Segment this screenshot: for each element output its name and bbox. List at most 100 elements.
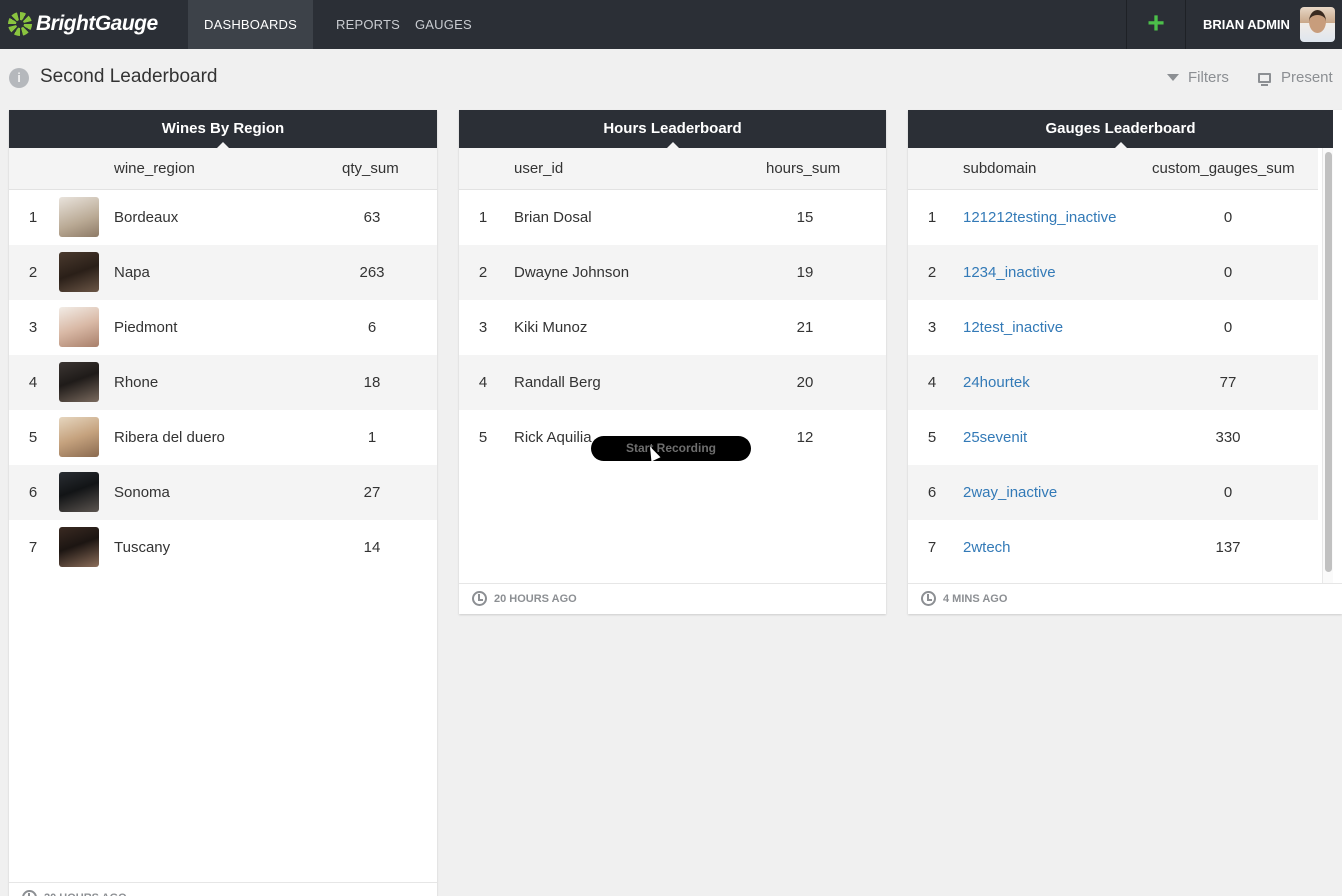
row-value: 1 [367, 429, 377, 446]
rank: 6 [927, 484, 937, 501]
present-label: Present [1281, 69, 1333, 86]
table-row[interactable]: 6 2way_inactive 0 [908, 465, 1318, 520]
rank: 4 [478, 374, 488, 391]
rank: 1 [28, 209, 38, 226]
column-header[interactable]: wine_region [114, 148, 195, 189]
subdomain-link[interactable]: 12test_inactive [963, 300, 1063, 355]
region-thumbnail [59, 362, 99, 402]
nav-divider [1185, 0, 1186, 49]
rank: 7 [28, 539, 38, 556]
rank: 5 [478, 429, 488, 446]
widget-footer: 20 HOURS AGO [9, 882, 437, 896]
table-row[interactable]: 3 Kiki Munoz 21 [459, 300, 886, 355]
rank: 3 [927, 319, 937, 336]
table-row[interactable]: 1 121212testing_inactive 0 [908, 190, 1318, 245]
clock-icon [472, 591, 487, 606]
monitor-icon [1258, 72, 1271, 86]
row-value: 263 [359, 264, 385, 281]
widget-gauges-leaderboard: Gauges Leaderboard subdomain custom_gaug… [908, 110, 1342, 614]
table-row[interactable]: 7 2wtech 137 [908, 520, 1318, 575]
table-row[interactable]: 2 1234_inactive 0 [908, 245, 1318, 300]
row-value: 0 [1223, 264, 1233, 281]
table-row[interactable]: 2 Napa 263 [9, 245, 437, 300]
leaderboard-rows: 1 Brian Dosal 15 2 Dwayne Johnson 19 3 K… [459, 190, 886, 465]
brand-name: BrightGauge [36, 12, 158, 35]
table-header: wine_region qty_sum [9, 148, 437, 190]
user-menu-name[interactable]: BRIAN ADMIN [1203, 0, 1290, 49]
subdomain-link[interactable]: 121212testing_inactive [963, 190, 1116, 245]
table-row[interactable]: 3 12test_inactive 0 [908, 300, 1318, 355]
subdomain-link[interactable]: 1234_inactive [963, 245, 1056, 300]
rank: 4 [28, 374, 38, 391]
row-value: 12 [796, 429, 814, 446]
region-thumbnail [59, 527, 99, 567]
brightgauge-logo[interactable]: BrightGauge [8, 10, 158, 38]
rank: 4 [927, 374, 937, 391]
table-scrollbar[interactable] [1322, 148, 1333, 583]
nav-gauges[interactable]: GAUGES [415, 0, 472, 49]
table-row[interactable]: 5 25sevenit 330 [908, 410, 1318, 465]
nav-reports[interactable]: REPORTS [336, 0, 400, 49]
rank: 6 [28, 484, 38, 501]
region-thumbnail [59, 197, 99, 237]
row-value: 63 [363, 209, 381, 226]
rank: 2 [28, 264, 38, 281]
table-row[interactable]: 4 Randall Berg 20 [459, 355, 886, 410]
table-row[interactable]: 3 Piedmont 6 [9, 300, 437, 355]
column-header[interactable]: user_id [514, 148, 563, 189]
clock-icon [921, 591, 936, 606]
row-value: 77 [1219, 374, 1237, 391]
rank: 1 [478, 209, 488, 226]
row-value: 6 [367, 319, 377, 336]
subdomain-link[interactable]: 2way_inactive [963, 465, 1057, 520]
present-button[interactable]: Present [1258, 69, 1333, 86]
rank: 2 [478, 264, 488, 281]
table-row[interactable]: 5 Ribera del duero 1 [9, 410, 437, 465]
filters-button[interactable]: Filters [1167, 69, 1229, 86]
table-row[interactable]: 6 Sonoma 27 [9, 465, 437, 520]
region-thumbnail [59, 252, 99, 292]
table-row[interactable]: 4 Rhone 18 [9, 355, 437, 410]
widget-wines-by-region: Wines By Region wine_region qty_sum 1 Bo… [9, 110, 437, 896]
scrollbar-thumb[interactable] [1325, 152, 1332, 572]
row-value: 27 [363, 484, 381, 501]
subdomain-link[interactable]: 2wtech [963, 520, 1011, 575]
info-icon[interactable]: i [9, 68, 29, 88]
last-updated: 20 HOURS AGO [44, 883, 127, 896]
table-row[interactable]: 2 Dwayne Johnson 19 [459, 245, 886, 300]
row-value: 21 [796, 319, 814, 336]
table-row[interactable]: 7 Tuscany 14 [9, 520, 437, 575]
rank: 3 [478, 319, 488, 336]
widget-footer: 4 MINS AGO [908, 583, 1342, 614]
row-name: Sonoma [114, 484, 170, 501]
column-header[interactable]: subdomain [963, 148, 1036, 189]
start-recording-button[interactable]: Start Recording [591, 436, 751, 461]
rank: 5 [927, 429, 937, 446]
rank: 5 [28, 429, 38, 446]
table-row[interactable]: 4 24hourtek 77 [908, 355, 1318, 410]
table-row[interactable]: 1 Bordeaux 63 [9, 190, 437, 245]
column-header[interactable]: custom_gauges_sum [1152, 148, 1295, 189]
column-header[interactable]: hours_sum [766, 148, 840, 189]
row-value: 0 [1223, 209, 1233, 226]
subdomain-link[interactable]: 25sevenit [963, 410, 1027, 465]
filters-label: Filters [1188, 69, 1229, 86]
subdomain-link[interactable]: 24hourtek [963, 355, 1030, 410]
row-value: 0 [1223, 319, 1233, 336]
row-name: Rhone [114, 374, 159, 391]
user-avatar[interactable] [1300, 7, 1335, 42]
nav-dashboards[interactable]: DASHBOARDS [188, 0, 313, 49]
column-header[interactable]: qty_sum [342, 148, 399, 189]
widget-hours-leaderboard: Hours Leaderboard user_id hours_sum 1 Br… [459, 110, 886, 614]
brightgauge-logo-icon [8, 12, 32, 36]
add-plus-button[interactable]: + [1127, 0, 1185, 49]
row-name: Randall Berg [514, 374, 601, 391]
table-header: subdomain custom_gauges_sum [908, 148, 1318, 190]
row-name: Rick Aquilia [514, 429, 592, 446]
top-nav-bar: BrightGauge DASHBOARDS REPORTS GAUGES + … [0, 0, 1342, 49]
row-name: Brian Dosal [514, 209, 592, 226]
row-name: Ribera del duero [114, 429, 225, 446]
row-name: Kiki Munoz [514, 319, 588, 336]
widget-title: Wines By Region [9, 110, 437, 148]
table-row[interactable]: 1 Brian Dosal 15 [459, 190, 886, 245]
